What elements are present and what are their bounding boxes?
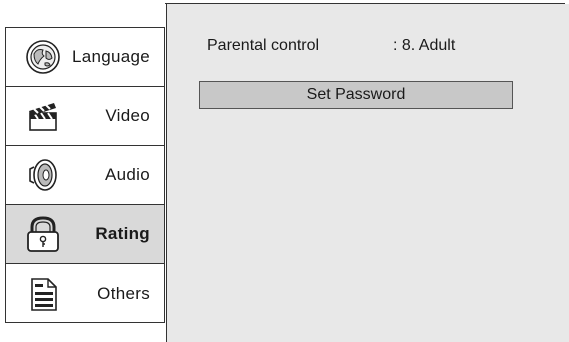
clapperboard-icon bbox=[24, 97, 62, 135]
sidebar-item-video[interactable]: Video bbox=[6, 87, 164, 146]
lock-icon bbox=[24, 215, 62, 253]
sidebar-item-label: Language bbox=[71, 47, 150, 66]
sidebar-item-rating[interactable]: Rating bbox=[6, 205, 164, 264]
speaker-icon bbox=[24, 156, 62, 194]
globe-icon bbox=[24, 38, 62, 76]
sidebar-item-label: Rating bbox=[95, 224, 150, 243]
set-password-button[interactable]: Set Password bbox=[199, 81, 513, 109]
sidebar-item-language[interactable]: Language bbox=[6, 28, 164, 87]
sidebar-item-label: Others bbox=[97, 283, 150, 303]
sidebar-item-label: Audio bbox=[105, 165, 150, 184]
settings-sidebar: Language Video Audio Rating Others bbox=[5, 27, 165, 323]
sidebar-item-others[interactable]: Others bbox=[6, 264, 164, 323]
sidebar-item-audio[interactable]: Audio bbox=[6, 146, 164, 205]
parental-control-value[interactable]: : 8. Adult bbox=[393, 37, 455, 55]
parental-control-label: Parental control bbox=[207, 37, 320, 54]
document-icon bbox=[24, 275, 62, 313]
sidebar-item-label: Video bbox=[105, 106, 150, 125]
